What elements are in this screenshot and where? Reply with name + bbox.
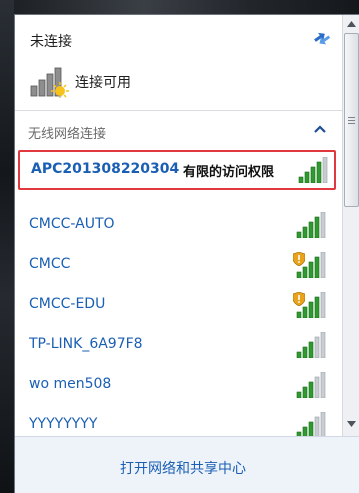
signal-strength-icon [296, 412, 326, 438]
signal-bar [296, 311, 302, 318]
signal-bar [320, 372, 326, 398]
signal-bar [316, 161, 322, 183]
wireless-section-title: 无线网络连接 [28, 127, 107, 142]
scroll-down-arrow-icon[interactable] [347, 421, 356, 427]
signal-bar [320, 332, 326, 358]
signal-bar [296, 391, 302, 398]
signal-bar [320, 252, 326, 278]
network-name: CMCC-AUTO [29, 216, 115, 232]
signal-bar [298, 176, 304, 183]
chevron-up-icon[interactable] [313, 124, 327, 134]
network-name: CMCC [29, 256, 71, 272]
signal-bar [308, 341, 314, 358]
signal-bar [308, 381, 314, 398]
network-name: CMCC-EDU [29, 296, 106, 312]
signal-bar [304, 171, 310, 183]
network-name: wo men508 [29, 376, 112, 392]
signal-bar [308, 261, 314, 278]
network-item-cmcc-edu[interactable]: CMCC-EDU [15, 285, 342, 325]
signal-strength-icon [296, 332, 326, 358]
connections-available-icon [30, 67, 69, 98]
signal-bar [320, 212, 326, 238]
connection-status-text: 未连接 [30, 34, 72, 50]
signal-bar [314, 296, 320, 318]
network-item-tp-link-6a97f8[interactable]: TP-LINK_6A97F8 [15, 325, 342, 365]
scrollbar-thumb[interactable] [344, 33, 359, 207]
vertical-scrollbar[interactable] [342, 15, 359, 436]
signal-bar [314, 336, 320, 358]
security-shield-icon [293, 252, 305, 266]
signal-bar [320, 292, 326, 318]
network-item-apc201308220304[interactable]: APC201308220304 有限的访问权限 [18, 150, 336, 190]
network-item-wo-men508[interactable]: wo men508 [15, 365, 342, 405]
refresh-icon[interactable] [311, 27, 331, 47]
signal-bar [314, 376, 320, 398]
security-shield-icon [293, 292, 305, 306]
signal-bar [308, 221, 314, 238]
signal-bar [302, 346, 308, 358]
open-network-sharing-center-link[interactable]: 打开网络和共享中心 [120, 458, 246, 478]
signal-bar [296, 231, 302, 238]
popup-header: 未连接 连接可用 [15, 15, 342, 111]
network-item-cmcc[interactable]: CMCC [15, 245, 342, 285]
signal-bar [302, 386, 308, 398]
signal-bar [302, 306, 308, 318]
signal-bar [302, 226, 308, 238]
signal-bar [296, 351, 302, 358]
network-item-cmcc-auto[interactable]: CMCC-AUTO [15, 205, 342, 245]
wireless-networks-popup: 未连接 连接可用 无线网络连接 APC201308220304 有限的访问权限 … [14, 14, 359, 493]
desktop-background-left [0, 0, 14, 493]
signal-strength-icon [296, 372, 326, 398]
network-list: 无线网络连接 APC201308220304 有限的访问权限 CMCC-AUTO… [15, 112, 342, 438]
scrollbar-grip [348, 117, 355, 124]
signal-bar [314, 216, 320, 238]
signal-bar [322, 157, 328, 183]
scroll-up-arrow-icon[interactable] [347, 21, 356, 27]
signal-bar [314, 416, 320, 438]
wireless-section-header[interactable]: 无线网络连接 [15, 112, 342, 148]
signal-bar [320, 412, 326, 438]
network-status-limited: 有限的访问权限 [183, 165, 275, 180]
connections-available-label: 连接可用 [75, 75, 131, 91]
network-name: TP-LINK_6A97F8 [29, 336, 143, 352]
signal-strength-icon [298, 157, 328, 183]
signal-bar [296, 271, 302, 278]
signal-bar [308, 301, 314, 318]
network-name: APC201308220304 [31, 161, 180, 177]
signal-bar [314, 256, 320, 278]
desktop-background-top [0, 0, 359, 14]
signal-bar [310, 166, 316, 183]
signal-strength-icon [296, 212, 326, 238]
signal-bar [302, 266, 308, 278]
network-name: YYYYYYYY [29, 416, 98, 432]
popup-footer: 打开网络和共享中心 [15, 436, 359, 493]
